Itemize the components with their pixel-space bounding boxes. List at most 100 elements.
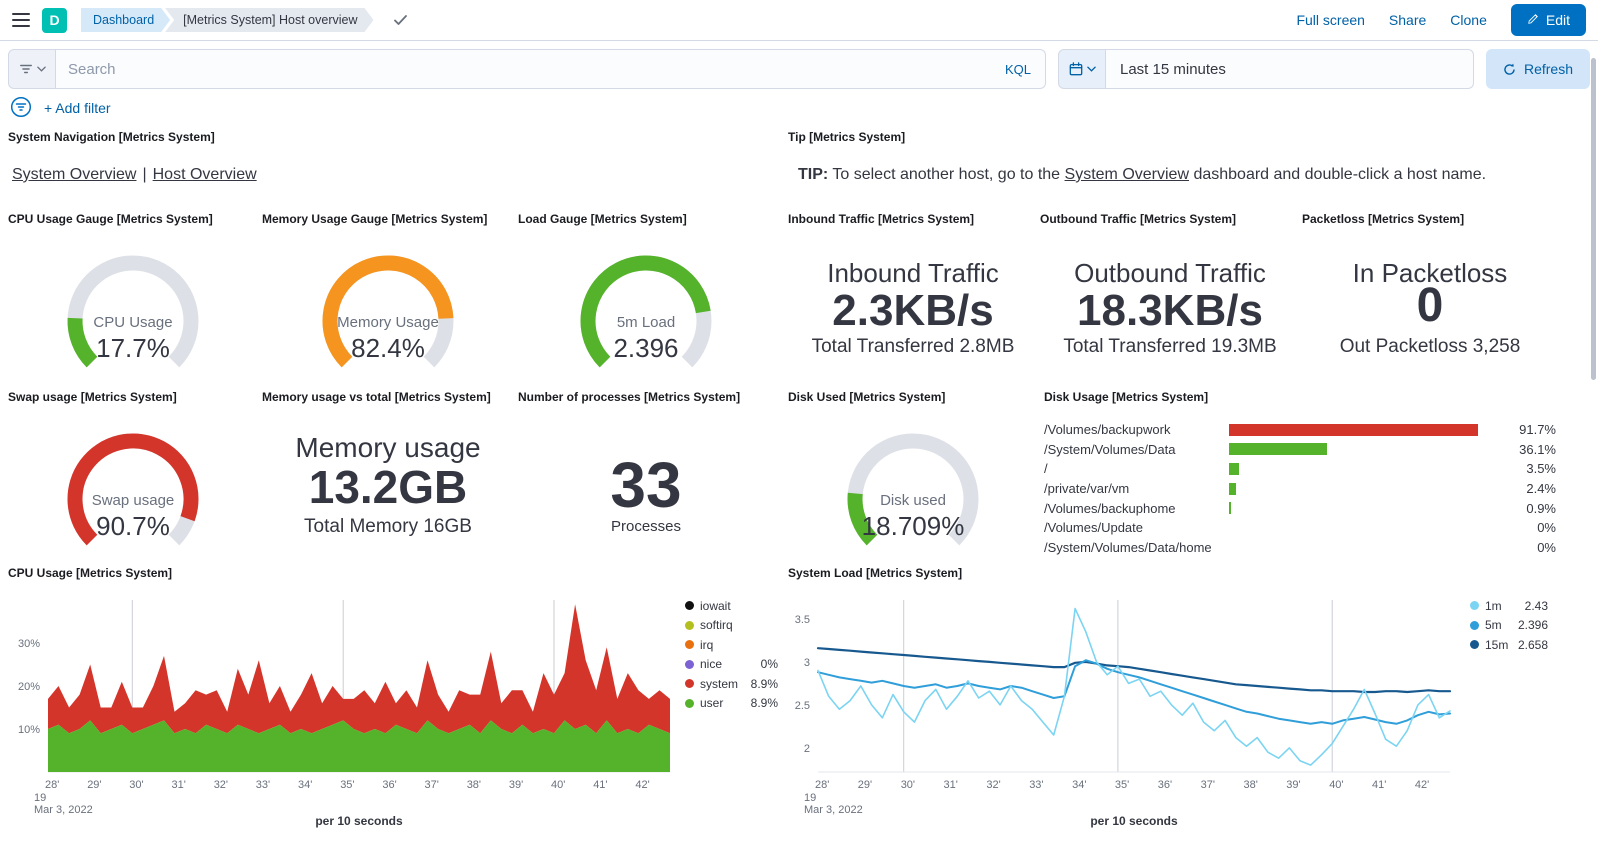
legend-label: softirq [700,618,772,632]
panel-title[interactable]: Memory Usage Gauge [Metrics System] [262,212,514,226]
svg-text:37': 37' [1201,779,1215,791]
app-logo[interactable]: D [42,8,67,33]
saved-query-menu-button[interactable] [8,49,56,89]
disk-path-label: /System/Volumes/Data/home [1044,540,1229,555]
legend-item-1m[interactable]: 1m2.43 [1470,596,1548,616]
host-overview-link[interactable]: Host Overview [153,166,257,183]
filter-icon[interactable] [10,96,32,121]
svg-text:38': 38' [467,779,481,791]
metric-subtext: Total Transferred 19.3MB [1040,336,1300,358]
date-picker-button[interactable] [1058,49,1106,89]
legend-dot [1470,621,1479,630]
legend-item-iowait[interactable]: iowait [685,596,778,616]
chevron-down-icon [1087,66,1096,72]
legend-item-5m[interactable]: 5m2.396 [1470,616,1548,636]
query-bar: KQL Refresh [0,41,1598,96]
kql-button[interactable]: KQL [991,62,1045,77]
svg-text:19: 19 [34,792,46,804]
svg-text:35': 35' [1115,779,1129,791]
disk-percent: 36.1% [1501,442,1556,457]
panel-title[interactable]: CPU Usage Gauge [Metrics System] [8,212,258,226]
disk-percent: 2.4% [1501,481,1556,496]
metric-label: Outbound Traffic [1040,258,1300,289]
panel-cpu-usage-gauge: CPU Usage Gauge [Metrics System] CPU Usa… [8,212,258,390]
disk-usage-row: /Volumes/backuphome0.9% [1044,498,1556,518]
add-filter-button[interactable]: + Add filter [44,100,111,116]
disk-usage-row: /Volumes/Update0% [1044,518,1556,538]
full-screen-button[interactable]: Full screen [1296,12,1364,28]
system-overview-link[interactable]: System Overview [12,166,136,183]
gauge-value: 18.709% [788,511,1038,542]
legend-label: 5m [1485,618,1512,632]
panel-title[interactable]: CPU Usage [Metrics System] [8,566,778,580]
calendar-icon [1069,62,1083,76]
panel-title[interactable]: System Load [Metrics System] [788,566,1558,580]
edit-button[interactable]: Edit [1511,4,1586,36]
panel-title[interactable]: Load Gauge [Metrics System] [518,212,774,226]
legend-value: 8.9% [751,677,778,691]
panel-title[interactable]: Outbound Traffic [Metrics System] [1040,212,1300,226]
svg-text:36': 36' [382,779,396,791]
cpu-usage-chart[interactable]: 10%20%30%28'29'30'31'32'33'34'35'36'37'3… [8,592,783,837]
panel-title[interactable]: Swap usage [Metrics System] [8,390,258,404]
legend-item-softirq[interactable]: softirq [685,616,778,636]
breadcrumb-current-page: [Metrics System] Host overview [165,8,373,32]
filter-lines-icon [19,62,33,76]
clone-button[interactable]: Clone [1450,12,1487,28]
legend-item-nice[interactable]: nice0% [685,655,778,675]
disk-percent: 0% [1501,540,1556,555]
disk-path-label: /private/var/vm [1044,481,1229,496]
disk-usage-row: /Volumes/backupwork91.7% [1044,420,1556,440]
vertical-scrollbar[interactable] [1591,58,1596,380]
svg-text:3: 3 [804,657,810,669]
metric-value: 2.3KB/s [788,286,1038,336]
legend-item-15m[interactable]: 15m2.658 [1470,635,1548,655]
x-axis-label: per 10 seconds [818,814,1450,828]
saved-check-icon [394,15,407,26]
legend-label: 15m [1485,638,1512,652]
panel-memory-usage-gauge: Memory Usage Gauge [Metrics System] Memo… [262,212,514,390]
disk-usage-list: /Volumes/backupwork91.7% /System/Volumes/… [1044,420,1556,557]
load-chart-legend: 1m2.435m2.39615m2.658 [1470,596,1548,655]
disk-path-label: /Volumes/Update [1044,520,1229,535]
legend-item-irq[interactable]: irq [685,635,778,655]
panel-title[interactable]: Packetloss [Metrics System] [1302,212,1558,226]
panel-title[interactable]: System Navigation [Metrics System] [8,130,778,144]
panel-title[interactable]: Memory usage vs total [Metrics System] [262,390,514,404]
disk-bar-track [1229,463,1501,475]
system-load-chart[interactable]: 22.533.528'29'30'31'32'33'34'35'36'37'38… [788,592,1563,837]
disk-path-label: /Volumes/backupwork [1044,422,1229,437]
panel-number-of-processes: Number of processes [Metrics System] 33 … [518,390,774,568]
panel-title[interactable]: Number of processes [Metrics System] [518,390,774,404]
legend-dot [1470,640,1479,649]
legend-value: 0% [761,657,778,671]
refresh-button[interactable]: Refresh [1486,49,1590,89]
share-button[interactable]: Share [1389,12,1426,28]
breadcrumb-dashboard[interactable]: Dashboard [81,8,170,32]
system-overview-link[interactable]: System Overview [1065,166,1189,183]
disk-percent: 3.5% [1501,461,1556,476]
legend-label: 1m [1485,599,1519,613]
gauge-value: 82.4% [262,333,514,364]
panel-cpu-usage-chart: CPU Usage [Metrics System] 10%20%30%28'2… [8,566,778,846]
panel-title[interactable]: Tip [Metrics System] [788,130,1558,144]
panel-title[interactable]: Disk Usage [Metrics System] [1042,390,1558,404]
gauge-label: 5m Load [518,314,774,331]
panel-title[interactable]: Inbound Traffic [Metrics System] [788,212,1038,226]
svg-text:35': 35' [340,779,354,791]
panel-inbound-traffic: Inbound Traffic [Metrics System] Inbound… [788,212,1038,390]
panel-system-load-chart: System Load [Metrics System] 22.533.528'… [788,566,1558,846]
panel-title[interactable]: Disk Used [Metrics System] [788,390,1038,404]
menu-icon[interactable] [12,13,30,27]
link-separator: | [142,166,146,183]
disk-bar-track [1229,483,1501,495]
svg-text:30': 30' [901,779,915,791]
legend-item-user[interactable]: user8.9% [685,694,778,714]
panel-load-gauge: Load Gauge [Metrics System] 5m Load 2.39… [518,212,774,390]
svg-text:36': 36' [1158,779,1172,791]
legend-item-system[interactable]: system8.9% [685,674,778,694]
time-range-input[interactable] [1106,61,1473,78]
chevron-down-icon [37,66,46,72]
svg-text:2: 2 [804,743,810,755]
search-input[interactable] [56,61,991,78]
